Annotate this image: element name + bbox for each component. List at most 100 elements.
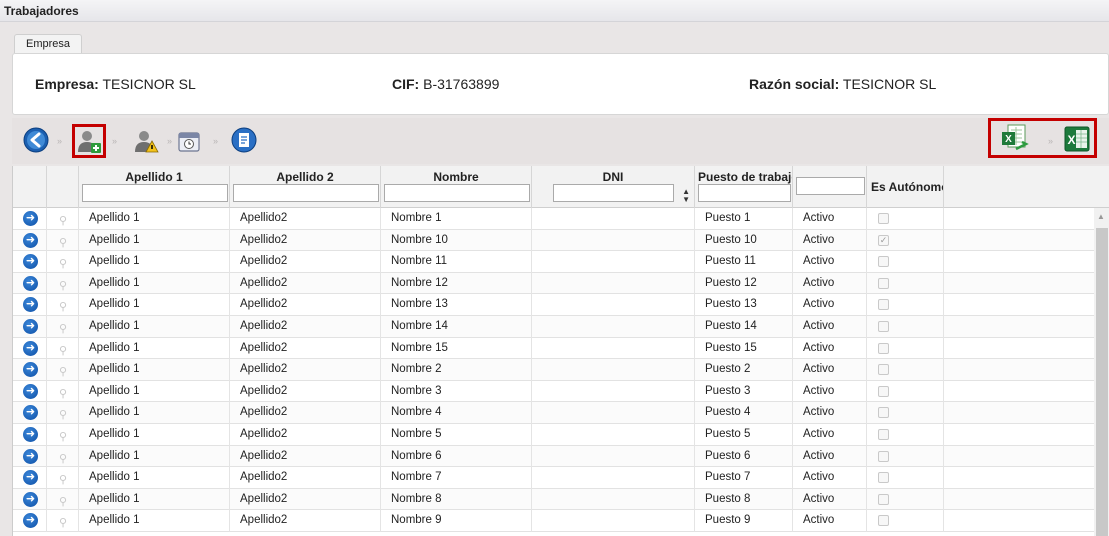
autonomo-checkbox[interactable] [878, 299, 889, 311]
filter-dni-input[interactable] [553, 184, 674, 202]
table-row[interactable]: ➜ ⚲ Apellido 1 Apellido2 Nombre 12 Puesto 12 A… [13, 272, 1094, 295]
open-arrow-icon[interactable]: ➜ [23, 426, 38, 442]
filter-apellido1-input[interactable] [82, 184, 228, 202]
autonomo-checkbox[interactable] [878, 342, 889, 354]
table-row[interactable]: ➜ ⚲ Apellido 1 Apellido2 Nombre 4 Puesto 4 Act… [13, 402, 1094, 424]
excel-export-button[interactable]: X [1060, 122, 1094, 156]
vertical-scrollbar[interactable]: ▲ [1094, 208, 1109, 536]
table-row[interactable]: ➜ ⚲ Apellido 1 Apellido2 Nombre 15 Puesto 15 A… [13, 337, 1094, 360]
autonomo-checkbox[interactable] [878, 428, 889, 440]
view-details-icon[interactable]: ⚲ [59, 449, 67, 468]
table-row[interactable]: ➜ ⚲ Apellido 1 Apellido2 Nombre 9 Puesto 9 Act… [13, 510, 1094, 532]
table-row[interactable]: ➜ ⚲ Apellido 1 Apellido2 Nombre 2 Puesto 2 Act… [13, 359, 1094, 381]
table-row[interactable]: ➜ ⚲ Apellido 1 Apellido2 Nombre 14 Puesto 14 A… [13, 315, 1094, 338]
toolbar-separator: » [57, 136, 63, 146]
view-details-icon[interactable]: ⚲ [59, 341, 67, 360]
view-details-icon[interactable]: ⚲ [59, 492, 67, 511]
cell-apellido2: Apellido2 [230, 208, 381, 230]
autonomo-checkbox[interactable] [878, 472, 889, 484]
cell-autonomo [867, 294, 944, 316]
filter-estado-input[interactable] [796, 177, 865, 195]
autonomo-checkbox[interactable] [878, 213, 889, 224]
open-arrow-icon[interactable]: ➜ [23, 405, 38, 421]
cell-apellido1: Apellido 1 [79, 380, 230, 403]
table-row[interactable]: ➜ ⚲ Apellido 1 Apellido2 Nombre 7 Puesto 7 Act… [13, 467, 1094, 489]
cell-autonomo [867, 488, 944, 511]
autonomo-checkbox[interactable] [878, 277, 889, 289]
open-arrow-icon[interactable]: ➜ [23, 297, 38, 313]
cell-puesto: Puesto 3 [695, 380, 793, 403]
autonomo-checkbox[interactable] [878, 364, 889, 376]
table-row[interactable]: ➜ ⚲ Apellido 1 Apellido2 Nombre 10 Puesto 10 A… [13, 229, 1094, 252]
cell-apellido2: Apellido2 [230, 294, 381, 316]
excel-import-button[interactable]: X [997, 121, 1031, 155]
cell-puesto: Puesto 7 [695, 467, 793, 489]
open-arrow-icon[interactable]: ➜ [23, 383, 38, 399]
scroll-thumb[interactable] [1096, 228, 1108, 536]
cell-puesto: Puesto 14 [695, 315, 793, 338]
tab-empresa[interactable]: Empresa [14, 34, 82, 53]
open-arrow-icon[interactable]: ➜ [23, 513, 38, 529]
excel-export-icon: X [1064, 126, 1090, 152]
view-details-icon[interactable]: ⚲ [59, 276, 67, 295]
open-arrow-icon[interactable]: ➜ [23, 448, 38, 464]
scroll-up-icon[interactable]: ▲ [1097, 212, 1105, 221]
add-worker-button[interactable] [72, 124, 106, 158]
table-row[interactable]: ➜ ⚲ Apellido 1 Apellido2 Nombre 3 Puesto 3 Act… [13, 380, 1094, 403]
autonomo-checkbox[interactable] [878, 493, 889, 505]
empresa-label: Empresa: [35, 76, 99, 92]
calendar-button[interactable] [172, 124, 206, 158]
autonomo-checkbox[interactable] [878, 407, 889, 419]
view-details-icon[interactable]: ⚲ [59, 233, 67, 252]
cell-estado: Activo [793, 229, 867, 252]
view-details-icon[interactable]: ⚲ [59, 362, 67, 381]
cell-nombre: Nombre 3 [381, 380, 532, 403]
autonomo-checkbox[interactable] [878, 385, 889, 397]
view-details-icon[interactable]: ⚲ [59, 211, 67, 230]
view-details-icon[interactable]: ⚲ [59, 384, 67, 403]
autonomo-checkbox[interactable] [878, 320, 889, 332]
table-row[interactable]: ➜ ⚲ Apellido 1 Apellido2 Nombre 13 Puesto 13 A… [13, 294, 1094, 316]
worker-warning-button[interactable] [129, 124, 163, 158]
filter-nombre-input[interactable] [384, 184, 530, 202]
autonomo-checkbox[interactable] [878, 450, 889, 462]
sort-icon[interactable]: ▲ ▼ [682, 188, 690, 204]
cell-autonomo [867, 315, 944, 338]
autonomo-checkbox[interactable] [878, 256, 889, 268]
table-row[interactable]: ➜ ⚲ Apellido 1 Apellido2 Nombre 1 Puesto 1 Act… [13, 208, 1094, 230]
toolbar-separator: » [1048, 136, 1054, 146]
autonomo-checkbox[interactable]: ✓ [878, 234, 889, 246]
view-details-icon[interactable]: ⚲ [59, 405, 67, 424]
cell-apellido1: Apellido 1 [79, 251, 230, 273]
cell-edit: ⚲ [47, 251, 79, 273]
view-details-icon[interactable]: ⚲ [59, 319, 67, 338]
open-arrow-icon[interactable]: ➜ [23, 470, 38, 486]
cell-autonomo [867, 402, 944, 424]
header-edit-column [47, 166, 79, 208]
open-arrow-icon[interactable]: ➜ [23, 211, 38, 226]
view-details-icon[interactable]: ⚲ [59, 513, 67, 532]
filter-puesto-input[interactable] [698, 184, 791, 202]
open-arrow-icon[interactable]: ➜ [23, 318, 38, 334]
filter-apellido2-input[interactable] [233, 184, 379, 202]
document-button[interactable] [227, 123, 261, 157]
cell-nombre: Nombre 10 [381, 229, 532, 252]
cell-edit: ⚲ [47, 423, 79, 446]
open-arrow-icon[interactable]: ➜ [23, 275, 38, 291]
view-details-icon[interactable]: ⚲ [59, 254, 67, 273]
table-row[interactable]: ➜ ⚲ Apellido 1 Apellido2 Nombre 8 Puesto 8 Act… [13, 488, 1094, 511]
cell-action: ➜ [13, 337, 47, 360]
back-button[interactable] [19, 123, 53, 157]
open-arrow-icon[interactable]: ➜ [23, 491, 38, 507]
table-row[interactable]: ➜ ⚲ Apellido 1 Apellido2 Nombre 5 Puesto 5 Act… [13, 423, 1094, 446]
open-arrow-icon[interactable]: ➜ [23, 232, 38, 248]
view-details-icon[interactable]: ⚲ [59, 470, 67, 489]
autonomo-checkbox[interactable] [878, 515, 889, 527]
open-arrow-icon[interactable]: ➜ [23, 362, 38, 378]
open-arrow-icon[interactable]: ➜ [23, 340, 38, 356]
open-arrow-icon[interactable]: ➜ [23, 254, 38, 270]
view-details-icon[interactable]: ⚲ [59, 297, 67, 316]
view-details-icon[interactable]: ⚲ [59, 427, 67, 446]
table-row[interactable]: ➜ ⚲ Apellido 1 Apellido2 Nombre 11 Puesto 11 A… [13, 251, 1094, 273]
table-row[interactable]: ➜ ⚲ Apellido 1 Apellido2 Nombre 6 Puesto 6 Act… [13, 445, 1094, 468]
